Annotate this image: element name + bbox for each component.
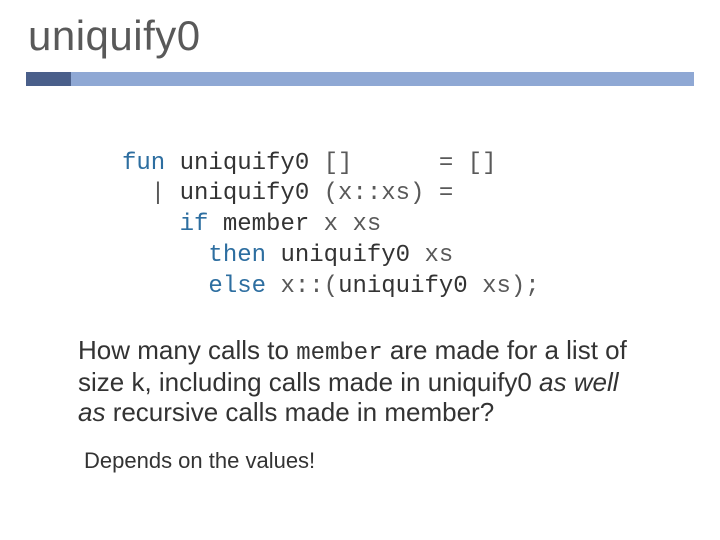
code-line-3: if member x xs <box>122 211 381 238</box>
code-line-1: fun uniquify0 [] = [] <box>122 150 496 177</box>
code-line-2: | uniquify0 (x::xs) = <box>122 180 453 207</box>
question-text: How many calls to member are made for a … <box>78 336 636 427</box>
slide: uniquify0 fun uniquify0 [] = [] | uniqui… <box>0 0 720 540</box>
code-line-4: then uniquify0 xs <box>122 242 453 269</box>
code-block: fun uniquify0 [] = [] | uniquify0 (x::xs… <box>122 118 694 302</box>
member-inline: member <box>296 340 382 367</box>
code-line-5: else x::(uniquify0 xs); <box>122 273 540 300</box>
slide-title: uniquify0 <box>28 12 694 60</box>
answer-text: Depends on the values! <box>84 448 694 474</box>
title-rule <box>26 72 694 86</box>
